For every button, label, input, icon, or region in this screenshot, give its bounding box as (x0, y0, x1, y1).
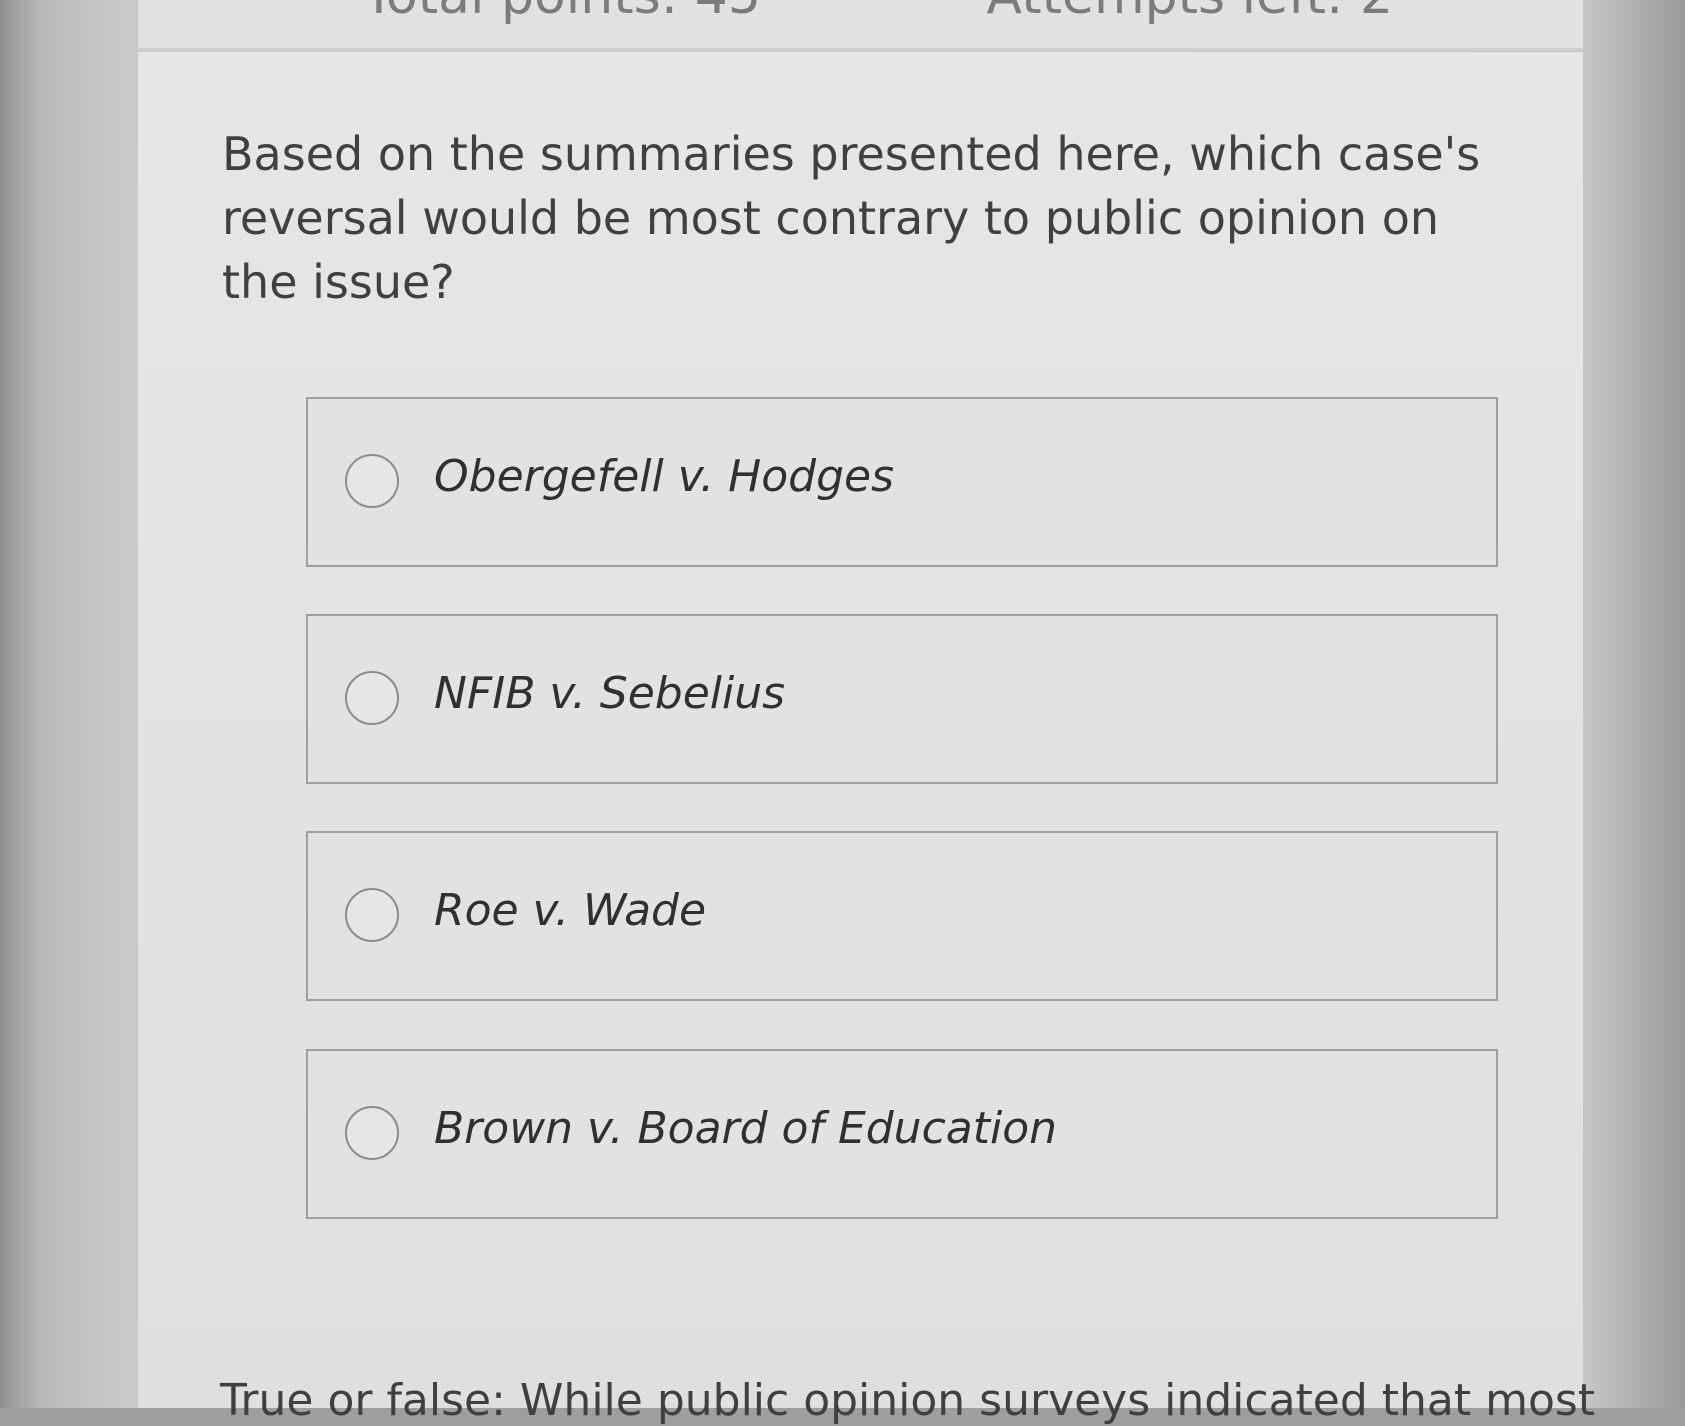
radio-button[interactable] (345, 454, 399, 508)
answer-choice-label: Brown v. Board of Education (434, 1103, 1058, 1154)
answer-choice-label: Obergefell v. Hodges (434, 451, 895, 502)
question-text: Based on the summaries presented here, w… (222, 127, 1481, 309)
attempts-left-text: Attempts left: 2 (987, 0, 1393, 26)
answer-choice[interactable]: Roe v. Wade (306, 831, 1498, 1001)
total-points-text: Total points: 45 (363, 0, 761, 26)
radio-button[interactable] (345, 1106, 399, 1160)
radio-button[interactable] (345, 888, 399, 942)
answer-choice[interactable]: NFIB v. Sebelius (306, 614, 1498, 784)
radio-button[interactable] (345, 671, 399, 725)
answer-choice-label: NFIB v. Sebelius (434, 668, 786, 719)
next-question-text: True or false: While public opinion surv… (220, 1375, 1596, 1426)
answer-choice-label: Roe v. Wade (434, 885, 707, 936)
quiz-header: Total points: 45 Attempts left: 2 (138, 0, 1583, 51)
answer-choice[interactable]: Brown v. Board of Education (306, 1049, 1498, 1219)
answer-choice[interactable]: Obergefell v. Hodges (306, 397, 1498, 567)
